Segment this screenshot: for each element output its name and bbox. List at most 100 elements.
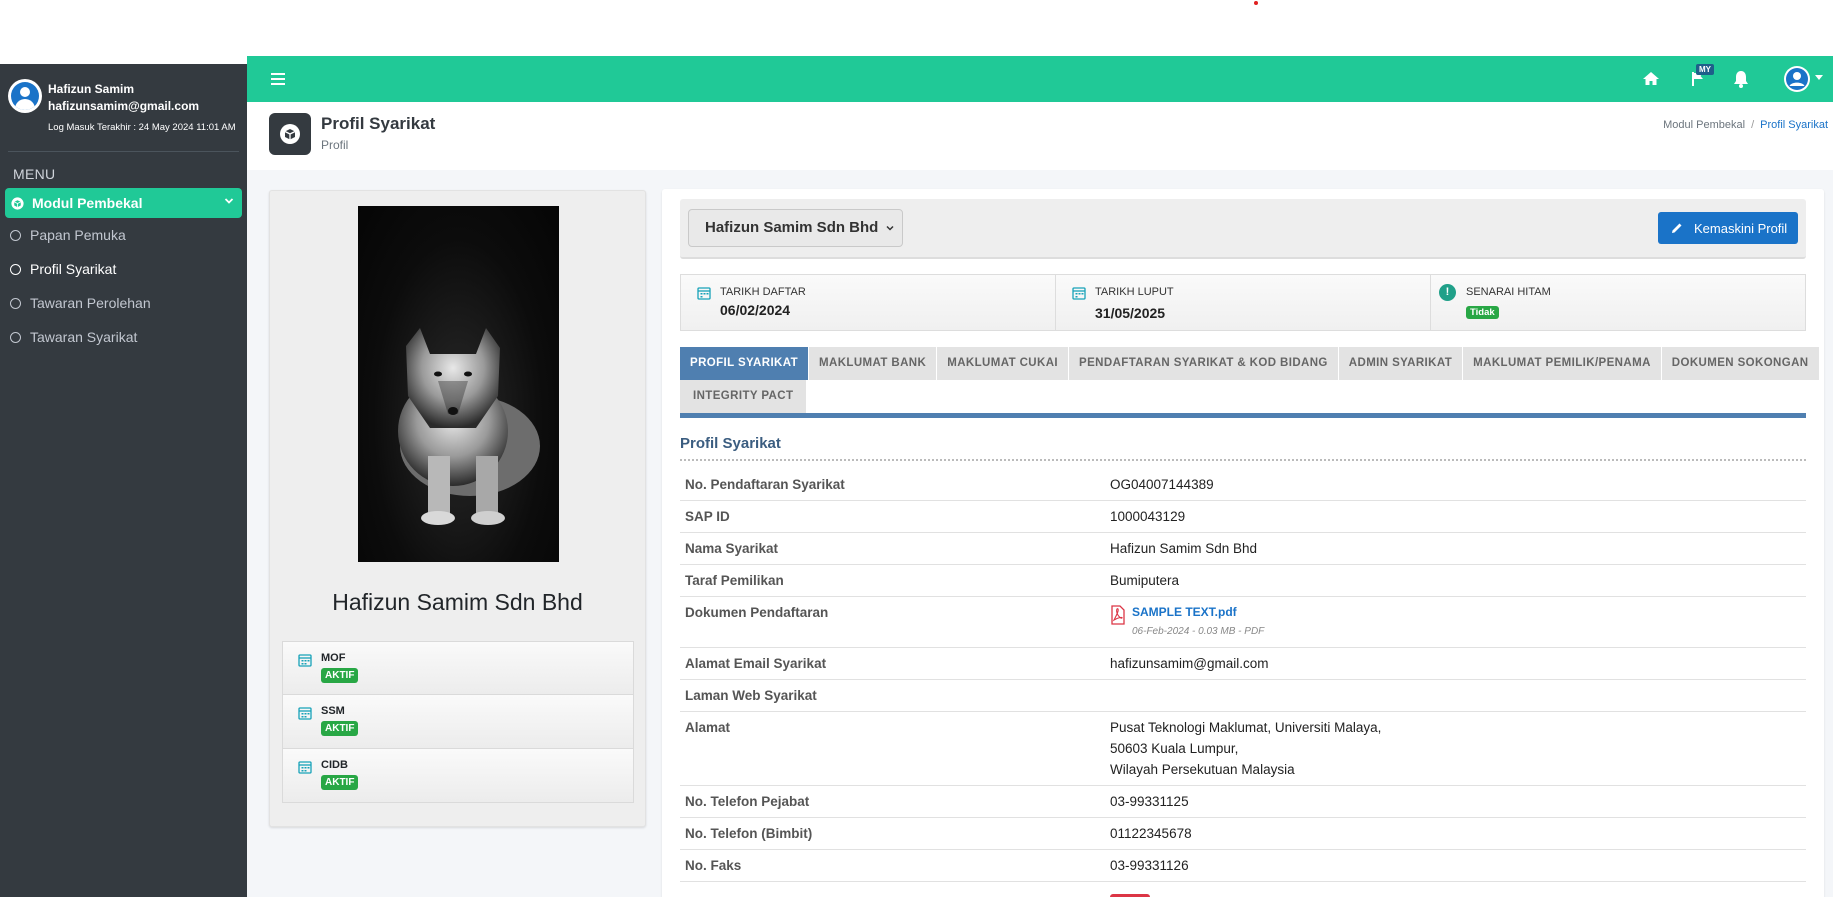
- tab-maklumat-pemilik[interactable]: MAKLUMAT PEMILIK/PENAMA: [1463, 347, 1662, 380]
- company-profile-card: Hafizun Samim Sdn Bhd Kemaskini Profil T…: [662, 189, 1824, 897]
- last-login: Log Masuk Terakhir : 24 May 2024 11:01 A…: [48, 122, 236, 133]
- status-badge: AKTIF: [321, 775, 359, 790]
- tab-maklumat-bank[interactable]: MAKLUMAT BANK: [809, 347, 938, 380]
- address-line: 50603 Kuala Lumpur,: [1110, 741, 1239, 756]
- circle-icon: [10, 229, 21, 241]
- breadcrumb-item[interactable]: Modul Pembekal: [1663, 119, 1745, 131]
- stat-label: SENARAI HITAM: [1466, 286, 1551, 298]
- registration-item-mof: MOF AKTIF: [282, 641, 634, 695]
- profile-toolbar: Hafizun Samim Sdn Bhd Kemaskini Profil: [680, 199, 1806, 259]
- sidebar-item-label: Tawaran Perolehan: [30, 295, 151, 311]
- table-row: No. Telefon Pejabat 03-99331125: [680, 785, 1806, 818]
- document-meta: 06-Feb-2024 - 0.03 MB - PDF: [1132, 626, 1265, 637]
- status-badge: AKTIF: [321, 668, 359, 683]
- profile-details-table: No. Pendaftaran Syarikat OG04007144389 SA…: [680, 469, 1806, 897]
- tab-profil-syarikat[interactable]: PROFIL SYARIKAT: [680, 347, 810, 380]
- field-value: Bumiputera: [1105, 564, 1806, 597]
- registration-name: CIDB: [321, 759, 348, 771]
- field-label: Nama Syarikat: [680, 532, 1105, 565]
- calendar-icon: [1072, 287, 1086, 300]
- field-value: [1105, 679, 1806, 712]
- circle-icon: [10, 263, 21, 275]
- document-link[interactable]: SAMPLE TEXT.pdf: [1132, 604, 1264, 621]
- user-menu-avatar[interactable]: [1784, 66, 1810, 92]
- page-subtitle: Profil: [321, 138, 349, 152]
- field-label: SAP ID: [680, 500, 1105, 533]
- user-panel: Hafizun Samim hafizunsamim@gmail.com Log…: [8, 64, 239, 152]
- breadcrumb: Modul Pembekal / Profil Syarikat: [1663, 119, 1828, 131]
- tab-maklumat-cukai[interactable]: MAKLUMAT CUKAI: [937, 347, 1070, 380]
- exclamation-icon: !: [1439, 284, 1456, 301]
- sidebar: Hafizun Samim hafizunsamim@gmail.com Log…: [0, 64, 247, 897]
- breadcrumb-item-active: Profil Syarikat: [1760, 119, 1828, 131]
- home-icon[interactable]: [1640, 68, 1662, 90]
- sidebar-item-papan-pemuka[interactable]: Papan Pemuka: [0, 218, 247, 252]
- status-badge: AKTIF: [321, 721, 359, 736]
- hamburger-menu-icon[interactable]: [271, 73, 285, 85]
- user-name: Hafizun Samim: [48, 82, 135, 96]
- address-line: Wilayah Persekutuan Malaysia: [1110, 762, 1295, 777]
- tab-pendaftaran-syarikat[interactable]: PENDAFTARAN SYARIKAT & KOD BIDANG: [1069, 347, 1339, 380]
- field-label: No. Faks: [680, 849, 1105, 882]
- top-navbar: MY: [247, 56, 1833, 102]
- table-row: Dokumen Pendaftaran SAMPLE TEXT.pdf 06-F…: [680, 596, 1806, 648]
- field-label: Taraf Pemilikan: [680, 564, 1105, 597]
- calendar-icon: [298, 654, 312, 667]
- registration-item-ssm: SSM AKTIF: [282, 695, 634, 749]
- sidebar-item-label: Tawaran Syarikat: [30, 329, 138, 345]
- edit-profile-button[interactable]: Kemaskini Profil: [1658, 212, 1798, 244]
- bell-icon[interactable]: [1730, 68, 1752, 90]
- table-row: Alamat Email Syarikat hafizunsamim@gmail.…: [680, 647, 1806, 680]
- box-icon: [11, 196, 24, 210]
- tab-admin-syarikat[interactable]: ADMIN SYARIKAT: [1338, 347, 1464, 380]
- field-label: No. Telefon (Bimbit): [680, 817, 1105, 850]
- edit-profile-label: Kemaskini Profil: [1694, 220, 1788, 236]
- page-title: Profil Syarikat: [321, 114, 436, 133]
- sidebar-item-profil-syarikat[interactable]: Profil Syarikat: [0, 252, 247, 286]
- calendar-icon: [298, 707, 312, 720]
- circle-icon: [10, 297, 21, 309]
- company-select-value: Hafizun Samim Sdn Bhd: [705, 219, 879, 236]
- field-value: OG04007144389: [1105, 469, 1806, 501]
- section-title: Profil Syarikat: [680, 435, 1806, 461]
- table-row: SAP ID 1000043129: [680, 500, 1806, 533]
- field-value: SAMPLE TEXT.pdf 06-Feb-2024 - 0.03 MB - …: [1105, 596, 1806, 648]
- table-row: No. Telefon (Bimbit) 01122345678: [680, 817, 1806, 850]
- pencil-icon: [1672, 223, 1682, 233]
- address-line: Pusat Teknologi Maklumat, Universiti Mal…: [1110, 720, 1382, 735]
- sidebar-item-tawaran-syarikat[interactable]: Tawaran Syarikat: [0, 320, 247, 354]
- calendar-icon: [298, 761, 312, 774]
- table-row: Alamat Pusat Teknologi Maklumat, Univers…: [680, 711, 1806, 786]
- tab-integrity-pact[interactable]: INTEGRITY PACT: [680, 380, 808, 413]
- stat-label: TARIKH DAFTAR: [720, 286, 806, 298]
- content-header: Profil Syarikat Profil Modul Pembekal / Pr…: [247, 102, 1833, 170]
- user-avatar-icon: [1786, 68, 1808, 90]
- chevron-down-icon: [224, 198, 234, 204]
- table-row: Nama Syarikat Hafizun Samim Sdn Bhd: [680, 532, 1806, 565]
- user-email: hafizunsamim@gmail.com: [48, 99, 200, 113]
- pdf-file-icon: [1111, 605, 1125, 625]
- field-value-cutoff: [1105, 881, 1806, 897]
- tab-row: INTEGRITY PACT: [680, 380, 1806, 413]
- sidebar-item-modul-pembekal[interactable]: Modul Pembekal: [5, 188, 242, 218]
- stat-label: TARIKH LUPUT: [1095, 286, 1174, 298]
- company-select[interactable]: Hafizun Samim Sdn Bhd: [688, 209, 903, 247]
- field-label: Laman Web Syarikat: [680, 679, 1105, 712]
- user-avatar-icon: [11, 82, 39, 110]
- field-value: 03-99331125: [1105, 785, 1806, 818]
- field-label: No. Telefon Pejabat: [680, 785, 1105, 818]
- user-avatar[interactable]: [8, 79, 42, 113]
- caret-down-icon[interactable]: [1815, 75, 1823, 80]
- tab-dokumen-sokongan[interactable]: DOKUMEN SOKONGAN: [1661, 347, 1820, 380]
- main-content: Hafizun Samim Sdn Bhd MOF AKTIF SSM AKTI…: [247, 170, 1833, 897]
- field-value: 01122345678: [1105, 817, 1806, 850]
- stat-senarai-hitam: ! SENARAI HITAM Tidak: [1431, 275, 1805, 330]
- box-icon: [269, 113, 311, 155]
- field-value: hafizunsamim@gmail.com: [1105, 647, 1806, 680]
- field-value: 1000043129: [1105, 500, 1806, 533]
- sidebar-item-tawaran-perolehan[interactable]: Tawaran Perolehan: [0, 286, 247, 320]
- flag-badge: MY: [1696, 64, 1714, 75]
- company-summary-card: Hafizun Samim Sdn Bhd MOF AKTIF SSM AKTI…: [269, 190, 646, 827]
- status-badge: Tidak: [1466, 306, 1499, 319]
- stats-bar: TARIKH DAFTAR 06/02/2024 TARIKH LUPUT 31…: [680, 274, 1806, 331]
